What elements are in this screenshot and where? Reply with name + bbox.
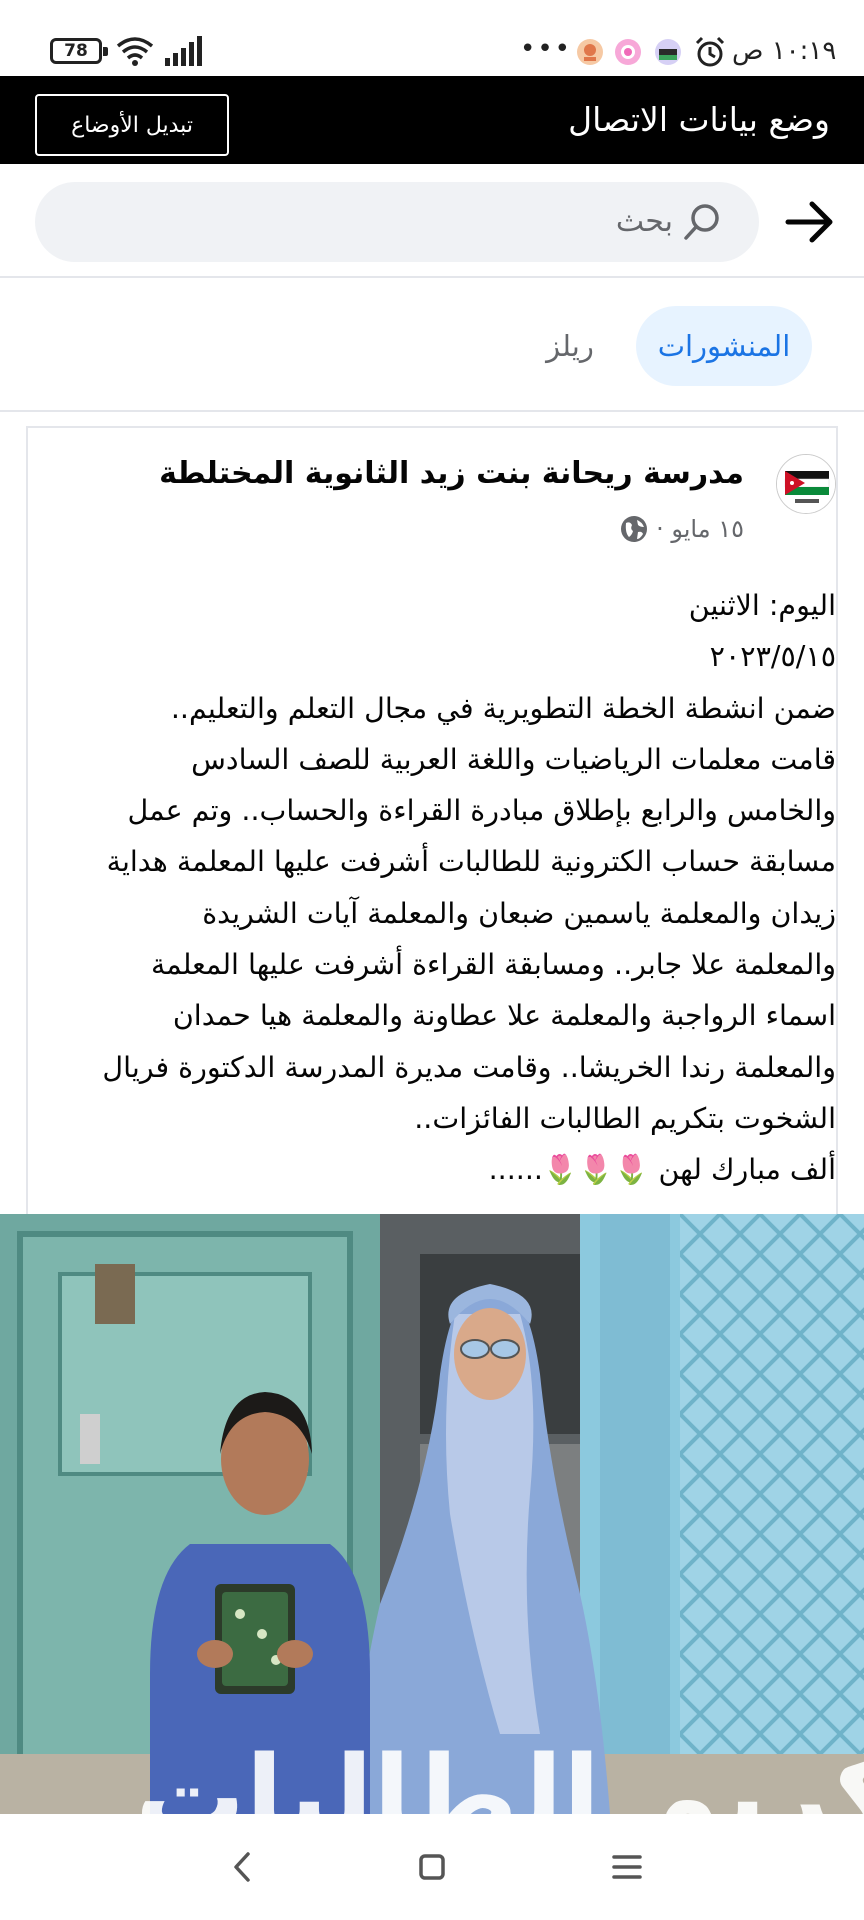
- post-author[interactable]: مدرسة ريحانة بنت زيد الثانوية المختلطة: [159, 454, 744, 494]
- app-icon: [615, 39, 641, 65]
- app-icon: [655, 39, 681, 65]
- signal-icon: [165, 36, 202, 66]
- wifi-icon: [116, 37, 154, 66]
- search-icon: [684, 204, 719, 240]
- battery-icon: 78: [50, 38, 108, 64]
- globe-icon: [621, 516, 648, 542]
- menu-nav-icon[interactable]: [604, 1844, 650, 1890]
- alarm-icon: [695, 36, 725, 67]
- post-date[interactable]: ١٥ مايو ·: [656, 514, 744, 544]
- banner-title: وضع بيانات الاتصال: [568, 100, 830, 139]
- post-meta: ١٥ مايو ·: [620, 514, 744, 544]
- tabs-bar: المنشورات ريلز: [0, 278, 864, 412]
- page-avatar[interactable]: [776, 454, 836, 514]
- status-time: ١٠:١٩ ص: [732, 36, 837, 66]
- home-nav-icon[interactable]: [409, 1844, 455, 1890]
- post-card: مدرسة ريحانة بنت زيد الثانوية المختلطة ١…: [26, 426, 838, 1216]
- tab-reels[interactable]: ريلز: [530, 306, 610, 386]
- switch-modes-button[interactable]: تبديل الأوضاع: [35, 94, 229, 156]
- back-nav-icon[interactable]: [220, 1844, 266, 1890]
- status-bar: 78 ••• ١٠:١٩ ص: [0, 0, 864, 76]
- post-text: اليوم: الاثنين ٢٠٢٣/٥/١٥ ضمن انشطة الخطة…: [102, 589, 836, 1187]
- system-nav-bar: [0, 1814, 864, 1920]
- search-header: بحث: [0, 164, 864, 278]
- photo-illustration: بتكريم الطالبات: [0, 1214, 864, 1814]
- search-input[interactable]: بحث: [35, 182, 759, 262]
- back-arrow-icon[interactable]: [784, 196, 836, 248]
- search-placeholder: بحث: [615, 204, 673, 239]
- post-photo[interactable]: بتكريم الطالبات: [0, 1214, 864, 1814]
- photo-caption: بتكريم الطالبات: [135, 1732, 864, 1814]
- jordan-flag-logo: [777, 455, 835, 513]
- data-mode-banner: وضع بيانات الاتصال تبديل الأوضاع: [0, 76, 864, 164]
- tab-posts[interactable]: المنشورات: [636, 306, 812, 386]
- app-icon: [577, 39, 603, 65]
- more-notifications-icon: •••: [520, 34, 573, 64]
